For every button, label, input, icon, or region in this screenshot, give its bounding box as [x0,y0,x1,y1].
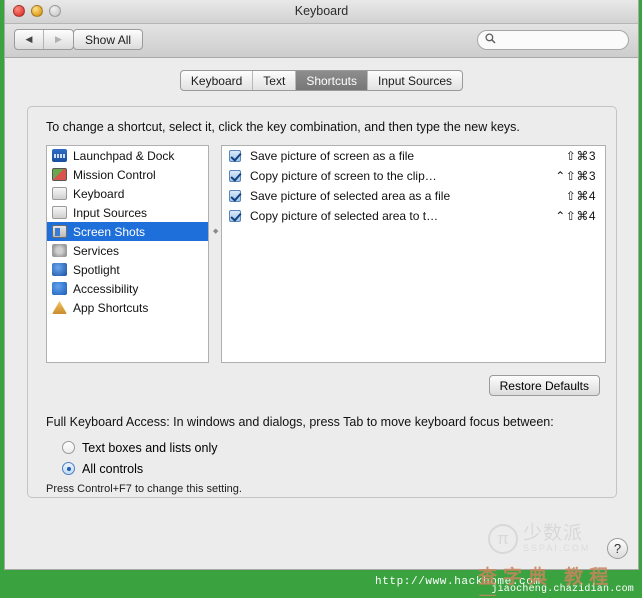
shortcut-checkbox[interactable] [229,150,241,162]
preferences-window: Keyboard ◀ ▶ Show All Keyboard Text Shor… [4,0,639,570]
window-titlebar: Keyboard [5,0,638,24]
shortcut-combo[interactable]: ⇧⌘4 [566,189,596,203]
radio-text-boxes-and-lists[interactable]: Text boxes and lists only [62,437,218,458]
spotlight-icon [52,263,67,276]
shortcuts-panel: To change a shortcut, select it, click t… [27,106,617,498]
radio-all-controls[interactable]: All controls [62,458,218,479]
show-all-button[interactable]: Show All [73,29,144,50]
table-row[interactable]: Save picture of selected area as a file … [222,186,605,206]
tab-shortcuts[interactable]: Shortcuts [296,71,369,90]
forward-button: ▶ [55,34,62,44]
sspai-watermark: π 少数派 SSPAI.COM [488,517,620,561]
back-button[interactable]: ◀ [15,30,44,49]
shortcut-checkbox[interactable] [229,190,241,202]
sidebar-item-label: Screen Shots [73,224,146,239]
shortcut-checkbox[interactable] [229,170,241,182]
window-toolbar: ◀ ▶ Show All [5,24,638,58]
sidebar-item-spotlight[interactable]: Spotlight [47,260,208,279]
launchpad-icon [52,149,67,162]
radio-label: All controls [82,461,144,476]
watermark-cn: 少数派 [523,523,584,545]
splitter-grip-icon: ◆ [213,228,219,235]
page-root: Keyboard ◀ ▶ Show All Keyboard Text Shor… [0,0,642,598]
tab-input-sources[interactable]: Input Sources [368,71,462,90]
content-area: Keyboard Text Shortcuts Input Sources To… [5,58,638,569]
sidebar-item-app-shortcuts[interactable]: App Shortcuts [47,298,208,317]
shortcut-label: Copy picture of selected area to t… [250,209,439,223]
footer-watermark: 查字典 教程网 jiaocheng.chazidian.com [468,562,636,596]
dual-list: Launchpad & Dock Mission Control Keyboar… [46,145,606,363]
accessibility-icon [52,282,67,295]
footer-bar: http://www.hackhome.com 查字典 教程网 jiaochen… [0,567,642,598]
navigation-group: ◀ ▶ [14,29,74,50]
tab-keyboard[interactable]: Keyboard [181,71,254,90]
mission-control-icon [52,168,67,181]
sidebar-item-label: Services [73,243,120,258]
radio-button-icon[interactable] [62,462,75,475]
setting-note: Press Control+F7 to change this setting. [46,483,242,495]
input-sources-icon [52,206,67,219]
sidebar-item-label: Mission Control [73,167,156,182]
shortcut-label: Save picture of selected area as a file [250,189,451,203]
footer-site: jiaocheng.chazidian.com [491,584,634,595]
search-field[interactable] [477,30,629,50]
window-title: Keyboard [294,4,349,18]
watermark-text: 少数派 SSPAI.COM [523,524,590,553]
watermark-en: SSPAI.COM [523,543,591,554]
shortcut-checkbox[interactable] [229,210,241,222]
full-keyboard-access-radiogroup: Text boxes and lists only All controls [62,437,218,479]
table-row[interactable]: Copy picture of selected area to t… ⌃⇧⌘4 [222,206,605,226]
sidebar-item-keyboard[interactable]: Keyboard [47,184,208,203]
table-row[interactable]: Copy picture of screen to the clip… ⌃⇧⌘3 [222,166,605,186]
shortcut-label: Save picture of screen as a file [250,149,415,163]
sidebar-item-mission-control[interactable]: Mission Control [47,165,208,184]
help-button[interactable]: ? [607,538,628,559]
full-keyboard-access-label: Full Keyboard Access: In windows and dia… [46,415,554,429]
panel-hint: To change a shortcut, select it, click t… [46,120,520,134]
keyboard-icon [52,187,67,200]
sidebar-item-accessibility[interactable]: Accessibility [47,279,208,298]
sidebar-item-screen-shots[interactable]: Screen Shots [47,222,208,241]
radio-button-icon[interactable] [62,441,75,454]
search-icon [485,33,496,47]
shortcut-combo[interactable]: ⌃⇧⌘4 [555,209,596,223]
table-row[interactable]: Save picture of screen as a file ⇧⌘3 [222,146,605,166]
search-input[interactable] [500,34,620,46]
pi-logo-icon: π [488,524,518,554]
shortcut-label: Copy picture of screen to the clip… [250,169,437,183]
shortcut-combo[interactable]: ⇧⌘3 [566,149,596,163]
sidebar-item-label: Launchpad & Dock [73,148,175,163]
sidebar-item-launchpad-dock[interactable]: Launchpad & Dock [47,146,208,165]
restore-defaults-button[interactable]: Restore Defaults [488,375,600,396]
tab-bar: Keyboard Text Shortcuts Input Sources [5,70,638,91]
sidebar-item-services[interactable]: Services [47,241,208,260]
screenshots-icon [52,225,67,238]
tab-strip: Keyboard Text Shortcuts Input Sources [179,70,464,91]
app-shortcuts-icon [52,301,67,314]
sidebar-item-label: Keyboard [73,186,125,201]
sidebar-item-label: Accessibility [73,281,139,296]
shortcut-combo[interactable]: ⌃⇧⌘3 [555,169,596,183]
sidebar-item-label: Input Sources [73,205,148,220]
sidebar-item-label: Spotlight [73,262,120,277]
tab-text[interactable]: Text [253,71,297,90]
radio-label: Text boxes and lists only [82,440,218,455]
services-gear-icon [52,244,67,257]
category-list[interactable]: Launchpad & Dock Mission Control Keyboar… [46,145,209,363]
list-splitter[interactable]: ◆ [209,145,221,363]
sidebar-item-label: App Shortcuts [73,300,149,315]
sidebar-item-input-sources[interactable]: Input Sources [47,203,208,222]
shortcut-list[interactable]: Save picture of screen as a file ⇧⌘3 Cop… [221,145,606,363]
